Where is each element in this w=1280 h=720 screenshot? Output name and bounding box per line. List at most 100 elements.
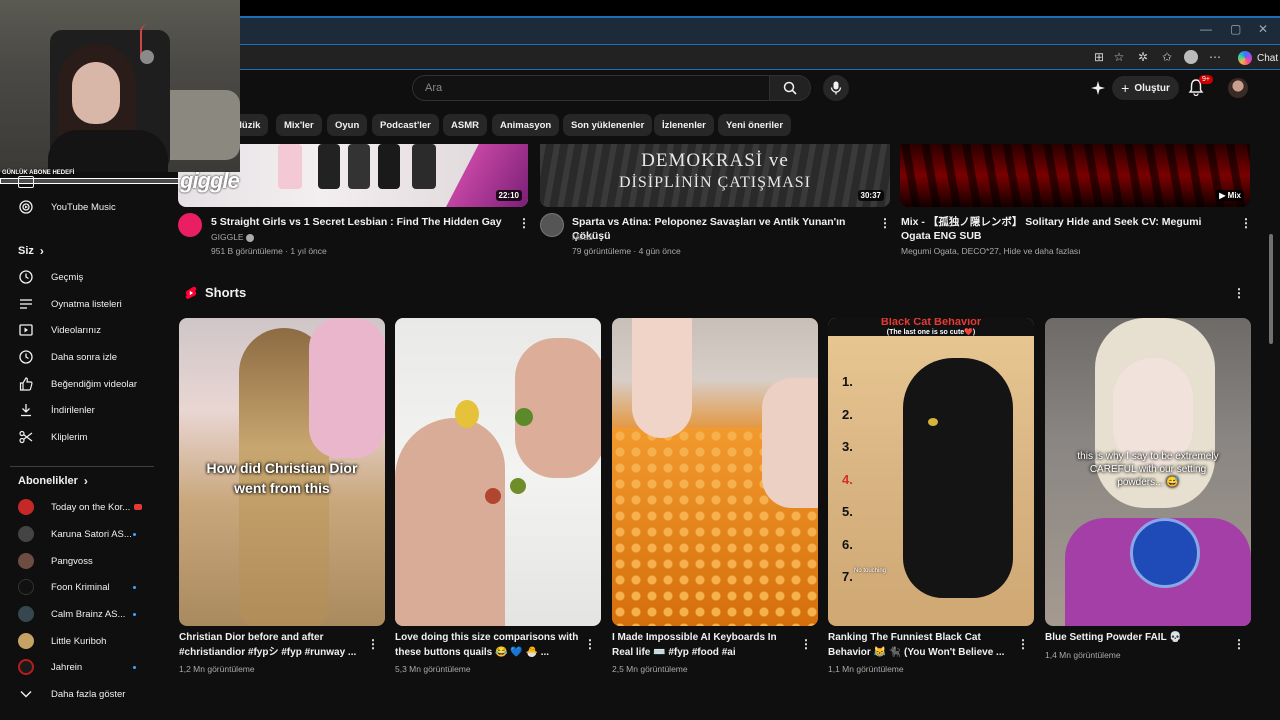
more-options-icon[interactable]: ⋮ bbox=[1233, 636, 1245, 652]
short-thumbnail[interactable] bbox=[395, 318, 601, 626]
chip-new-to-you[interactable]: Yeni öneriler bbox=[718, 114, 792, 136]
more-menu-icon[interactable]: ⋯ bbox=[1208, 50, 1222, 64]
sidebar-subscription-item[interactable]: Karuna Satori AS... bbox=[18, 523, 132, 545]
sidebar-item-label: Videolarınız bbox=[51, 324, 101, 336]
chip-asmr[interactable]: ASMR bbox=[443, 114, 487, 136]
maximize-icon[interactable]: ▢ bbox=[1230, 22, 1241, 36]
sidebar-subscription-item[interactable]: Little Kuriboh bbox=[18, 630, 106, 652]
copilot-icon bbox=[1238, 51, 1252, 65]
create-label: Oluştur bbox=[1134, 82, 1170, 94]
shorts-icon bbox=[185, 286, 197, 299]
sidebar-subscription-item[interactable]: Pangvoss bbox=[18, 550, 93, 572]
sidebar-show-more[interactable]: Daha fazla göster bbox=[18, 683, 125, 705]
favorites-icon[interactable]: ✩ bbox=[1160, 50, 1174, 64]
scissors-icon bbox=[18, 429, 34, 445]
short-thumbnail[interactable]: Black Cat Behavior (The last one is so c… bbox=[828, 318, 1034, 626]
sidebar-subscription-item[interactable]: Calm Brainz AS... bbox=[18, 603, 125, 625]
more-options-icon[interactable]: ⋮ bbox=[1233, 285, 1245, 301]
your-videos-icon bbox=[18, 322, 34, 338]
sidebar-divider bbox=[10, 466, 154, 467]
subscription-label: Calm Brainz AS... bbox=[51, 608, 126, 620]
sidebar-subscriptions-header[interactable]: Abonelikler › bbox=[18, 474, 88, 488]
page-scrollbar[interactable] bbox=[1269, 234, 1273, 344]
chevron-right-icon: › bbox=[83, 474, 88, 488]
search-input[interactable] bbox=[425, 76, 755, 100]
more-options-icon[interactable]: ⋮ bbox=[367, 636, 379, 652]
short-thumbnail[interactable]: How did Christian Dior went from this bbox=[179, 318, 385, 626]
sidebar-item-history[interactable]: Geçmiş bbox=[18, 266, 83, 288]
chip-label: İzlenenler bbox=[662, 119, 706, 131]
chip-animation[interactable]: Animasyon bbox=[492, 114, 560, 136]
apps-icon[interactable]: ⊞ bbox=[1092, 50, 1106, 64]
video-title[interactable]: 5 Straight Girls vs 1 Secret Lesbian : F… bbox=[211, 215, 511, 229]
notification-count-badge: 9+ bbox=[1199, 75, 1213, 84]
webcam-overlay bbox=[0, 0, 240, 172]
video-channel[interactable]: Miras bbox=[572, 231, 593, 244]
sidebar-subscription-item[interactable]: Foon Kriminal bbox=[18, 576, 110, 598]
video-duration: 30:37 bbox=[857, 190, 884, 201]
create-button[interactable]: + Oluştur bbox=[1112, 76, 1179, 100]
profile-icon[interactable] bbox=[1184, 50, 1198, 64]
verified-icon bbox=[245, 233, 254, 242]
video-duration: 22:10 bbox=[495, 190, 522, 201]
sidebar-item-label: Kliplerim bbox=[51, 431, 88, 443]
chip-label: Mix'ler bbox=[284, 119, 314, 131]
short-thumbnail[interactable]: this is why I say to be extremely CAREFU… bbox=[1045, 318, 1251, 626]
sidebar-item-liked-videos[interactable]: Beğendiğim videolar bbox=[18, 373, 137, 395]
mix-title[interactable]: Mix - 【孤独ノ隠レンボ】 Solitary Hide and Seek C… bbox=[901, 215, 1231, 243]
channel-avatar[interactable] bbox=[178, 213, 202, 237]
copilot-chat-button[interactable]: Chat bbox=[1232, 48, 1280, 68]
short-views: 5,3 Mn görüntüleme bbox=[395, 664, 471, 674]
chip-gaming[interactable]: Oyun bbox=[327, 114, 368, 136]
short-title[interactable]: Christian Dior before and after #christi… bbox=[179, 631, 365, 660]
more-options-icon[interactable]: ⋮ bbox=[800, 636, 812, 652]
sidebar-item-clips[interactable]: Kliplerim bbox=[18, 426, 87, 448]
more-options-icon[interactable]: ⋮ bbox=[1017, 636, 1029, 652]
favorite-star-icon[interactable]: ☆ bbox=[1112, 50, 1126, 64]
video-channel[interactable]: GIGGLE bbox=[211, 231, 254, 244]
rank-label: 2. bbox=[842, 406, 853, 422]
video-stats: 79 görüntüleme · 4 gün önce bbox=[572, 246, 681, 256]
you-header-label: Siz bbox=[18, 245, 34, 257]
sidebar-item-your-videos[interactable]: Videolarınız bbox=[18, 319, 101, 341]
short-title[interactable]: Love doing this size comparisons with th… bbox=[395, 631, 581, 660]
channel-avatar[interactable] bbox=[540, 213, 564, 237]
short-views: 1,2 Mn görüntüleme bbox=[179, 664, 255, 674]
sidebar-you-header[interactable]: Siz › bbox=[18, 244, 44, 258]
notifications-button[interactable]: 9+ bbox=[1188, 75, 1213, 98]
more-options-icon[interactable]: ⋮ bbox=[879, 215, 891, 231]
more-options-icon[interactable]: ⋮ bbox=[584, 636, 596, 652]
minimize-icon[interactable]: — bbox=[1200, 22, 1212, 36]
short-title[interactable]: I Made Impossible AI Keyboards In Real l… bbox=[612, 631, 798, 660]
short-title[interactable]: Ranking The Funniest Black Cat Behavior … bbox=[828, 631, 1014, 660]
mix-thumbnail[interactable]: ▶︎ Mix bbox=[900, 144, 1250, 207]
rank-label: 1. bbox=[842, 374, 853, 389]
subscription-label: Pangvoss bbox=[51, 555, 93, 567]
extensions-icon[interactable]: ✲ bbox=[1136, 50, 1150, 64]
video-thumbnail[interactable]: DEMOKRASİ ve DİSİPLİNİN ÇATIŞMASI 30:37 bbox=[540, 144, 890, 207]
chevron-right-icon: › bbox=[39, 244, 44, 258]
chip-mixes[interactable]: Mix'ler bbox=[276, 114, 322, 136]
sidebar-item-playlists[interactable]: Oynatma listeleri bbox=[18, 293, 122, 315]
mix-label: Mix bbox=[1227, 191, 1241, 200]
voice-search-button[interactable] bbox=[823, 75, 849, 101]
sidebar-item-downloads[interactable]: İndirilenler bbox=[18, 399, 95, 421]
ai-sparkle-icon[interactable] bbox=[1090, 80, 1106, 96]
close-icon[interactable]: ✕ bbox=[1258, 22, 1268, 36]
video-title[interactable]: Sparta vs Atina: Peloponez Savaşları ve … bbox=[572, 215, 872, 243]
rank-label: 3. bbox=[842, 439, 853, 454]
chip-podcasts[interactable]: Podcast'ler bbox=[372, 114, 439, 136]
sidebar-subscription-item[interactable]: Jahrein bbox=[18, 656, 82, 678]
short-thumbnail[interactable] bbox=[612, 318, 818, 626]
sidebar-item-youtube-music[interactable]: YouTube Music bbox=[18, 196, 116, 218]
sidebar-item-watch-later[interactable]: Daha sonra izle bbox=[18, 346, 117, 368]
more-options-icon[interactable]: ⋮ bbox=[1240, 215, 1252, 231]
more-options-icon[interactable]: ⋮ bbox=[518, 215, 530, 231]
chip-recently-uploaded[interactable]: Son yüklenenler bbox=[563, 114, 653, 136]
chip-watched[interactable]: İzlenenler bbox=[654, 114, 714, 136]
sidebar-subscription-item[interactable]: Today on the Kor... bbox=[18, 496, 143, 518]
short-title[interactable]: Blue Setting Powder FAIL 💀 bbox=[1045, 631, 1231, 646]
account-avatar[interactable] bbox=[1228, 78, 1248, 98]
search-button[interactable] bbox=[769, 75, 811, 101]
subscription-label: Today on the Kor... bbox=[51, 501, 131, 513]
